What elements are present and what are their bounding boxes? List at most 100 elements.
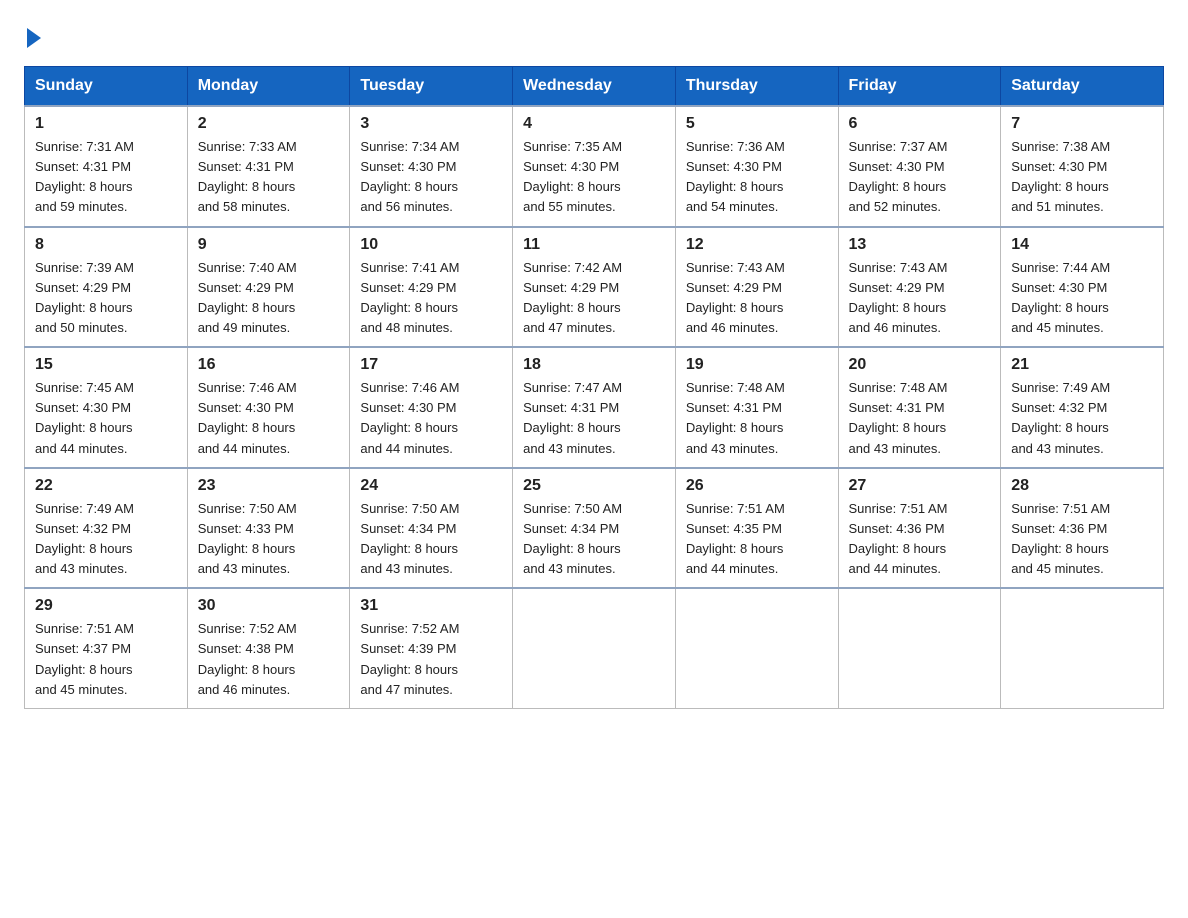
day-info: Sunrise: 7:44 AMSunset: 4:30 PMDaylight:… [1011,258,1153,339]
day-info: Sunrise: 7:50 AMSunset: 4:34 PMDaylight:… [360,499,502,580]
day-info: Sunrise: 7:51 AMSunset: 4:36 PMDaylight:… [1011,499,1153,580]
table-cell: 21 Sunrise: 7:49 AMSunset: 4:32 PMDayligh… [1001,347,1164,468]
day-info: Sunrise: 7:31 AMSunset: 4:31 PMDaylight:… [35,137,177,218]
day-number: 16 [198,356,340,374]
day-info: Sunrise: 7:37 AMSunset: 4:30 PMDaylight:… [849,137,991,218]
day-number: 27 [849,477,991,495]
day-number: 28 [1011,477,1153,495]
table-cell: 12 Sunrise: 7:43 AMSunset: 4:29 PMDayligh… [675,227,838,348]
day-number: 6 [849,115,991,133]
day-number: 20 [849,356,991,374]
day-number: 14 [1011,236,1153,254]
day-number: 26 [686,477,828,495]
table-cell: 25 Sunrise: 7:50 AMSunset: 4:34 PMDayligh… [513,468,676,589]
weekday-header-saturday: Saturday [1001,67,1164,107]
table-cell: 31 Sunrise: 7:52 AMSunset: 4:39 PMDayligh… [350,588,513,708]
day-number: 21 [1011,356,1153,374]
day-info: Sunrise: 7:49 AMSunset: 4:32 PMDaylight:… [1011,378,1153,459]
table-cell: 5 Sunrise: 7:36 AMSunset: 4:30 PMDaylight… [675,106,838,227]
day-info: Sunrise: 7:36 AMSunset: 4:30 PMDaylight:… [686,137,828,218]
table-cell [675,588,838,708]
day-number: 1 [35,115,177,133]
day-number: 12 [686,236,828,254]
table-cell: 27Sunrise: 7:51 AMSunset: 4:36 PMDayligh… [838,468,1001,589]
day-info: Sunrise: 7:47 AMSunset: 4:31 PMDaylight:… [523,378,665,459]
day-number: 17 [360,356,502,374]
day-number: 5 [686,115,828,133]
day-number: 18 [523,356,665,374]
day-number: 29 [35,597,177,615]
day-info: Sunrise: 7:50 AMSunset: 4:33 PMDaylight:… [198,499,340,580]
day-number: 19 [686,356,828,374]
logo [24,24,41,48]
week-row-3: 15 Sunrise: 7:45 AMSunset: 4:30 PMDayligh… [25,347,1164,468]
table-cell: 29Sunrise: 7:51 AMSunset: 4:37 PMDayligh… [25,588,188,708]
table-cell [1001,588,1164,708]
table-cell: 6 Sunrise: 7:37 AMSunset: 4:30 PMDaylight… [838,106,1001,227]
logo-triangle-icon [27,28,41,48]
table-cell: 9 Sunrise: 7:40 AMSunset: 4:29 PMDaylight… [187,227,350,348]
day-number: 3 [360,115,502,133]
day-info: Sunrise: 7:40 AMSunset: 4:29 PMDaylight:… [198,258,340,339]
table-cell: 28 Sunrise: 7:51 AMSunset: 4:36 PMDayligh… [1001,468,1164,589]
day-info: Sunrise: 7:43 AMSunset: 4:29 PMDaylight:… [686,258,828,339]
day-number: 22 [35,477,177,495]
calendar-table: SundayMondayTuesdayWednesdayThursdayFrid… [24,66,1164,709]
table-cell: 8 Sunrise: 7:39 AMSunset: 4:29 PMDaylight… [25,227,188,348]
table-cell: 7 Sunrise: 7:38 AMSunset: 4:30 PMDaylight… [1001,106,1164,227]
day-info: Sunrise: 7:38 AMSunset: 4:30 PMDaylight:… [1011,137,1153,218]
table-cell: 22 Sunrise: 7:49 AMSunset: 4:32 PMDayligh… [25,468,188,589]
week-row-4: 22 Sunrise: 7:49 AMSunset: 4:32 PMDayligh… [25,468,1164,589]
weekday-header-thursday: Thursday [675,67,838,107]
day-info: Sunrise: 7:52 AMSunset: 4:39 PMDaylight:… [360,619,502,700]
table-cell: 4Sunrise: 7:35 AMSunset: 4:30 PMDaylight… [513,106,676,227]
day-number: 31 [360,597,502,615]
day-number: 10 [360,236,502,254]
day-number: 24 [360,477,502,495]
day-info: Sunrise: 7:50 AMSunset: 4:34 PMDaylight:… [523,499,665,580]
table-cell: 18 Sunrise: 7:47 AMSunset: 4:31 PMDayligh… [513,347,676,468]
day-number: 25 [523,477,665,495]
day-info: Sunrise: 7:52 AMSunset: 4:38 PMDaylight:… [198,619,340,700]
table-cell: 3 Sunrise: 7:34 AMSunset: 4:30 PMDaylight… [350,106,513,227]
calendar-body: 1 Sunrise: 7:31 AMSunset: 4:31 PMDaylight… [25,106,1164,708]
day-number: 9 [198,236,340,254]
day-number: 23 [198,477,340,495]
table-cell [838,588,1001,708]
calendar-header: SundayMondayTuesdayWednesdayThursdayFrid… [25,67,1164,107]
table-cell: 30 Sunrise: 7:52 AMSunset: 4:38 PMDayligh… [187,588,350,708]
table-cell [513,588,676,708]
logo-text-block [24,24,41,48]
table-cell: 15 Sunrise: 7:45 AMSunset: 4:30 PMDayligh… [25,347,188,468]
day-info: Sunrise: 7:39 AMSunset: 4:29 PMDaylight:… [35,258,177,339]
week-row-5: 29Sunrise: 7:51 AMSunset: 4:37 PMDayligh… [25,588,1164,708]
day-number: 11 [523,236,665,254]
day-info: Sunrise: 7:33 AMSunset: 4:31 PMDaylight:… [198,137,340,218]
week-row-1: 1 Sunrise: 7:31 AMSunset: 4:31 PMDaylight… [25,106,1164,227]
weekday-header-row: SundayMondayTuesdayWednesdayThursdayFrid… [25,67,1164,107]
day-info: Sunrise: 7:41 AMSunset: 4:29 PMDaylight:… [360,258,502,339]
week-row-2: 8 Sunrise: 7:39 AMSunset: 4:29 PMDaylight… [25,227,1164,348]
table-cell: 11 Sunrise: 7:42 AMSunset: 4:29 PMDayligh… [513,227,676,348]
table-cell: 19 Sunrise: 7:48 AMSunset: 4:31 PMDayligh… [675,347,838,468]
day-info: Sunrise: 7:42 AMSunset: 4:29 PMDaylight:… [523,258,665,339]
day-info: Sunrise: 7:49 AMSunset: 4:32 PMDaylight:… [35,499,177,580]
day-info: Sunrise: 7:46 AMSunset: 4:30 PMDaylight:… [360,378,502,459]
day-number: 8 [35,236,177,254]
day-number: 7 [1011,115,1153,133]
day-info: Sunrise: 7:48 AMSunset: 4:31 PMDaylight:… [686,378,828,459]
weekday-header-tuesday: Tuesday [350,67,513,107]
day-info: Sunrise: 7:34 AMSunset: 4:30 PMDaylight:… [360,137,502,218]
page-header [24,24,1164,48]
day-info: Sunrise: 7:45 AMSunset: 4:30 PMDaylight:… [35,378,177,459]
day-number: 15 [35,356,177,374]
day-number: 13 [849,236,991,254]
table-cell: 13Sunrise: 7:43 AMSunset: 4:29 PMDayligh… [838,227,1001,348]
day-number: 30 [198,597,340,615]
day-number: 2 [198,115,340,133]
weekday-header-wednesday: Wednesday [513,67,676,107]
day-info: Sunrise: 7:46 AMSunset: 4:30 PMDaylight:… [198,378,340,459]
day-info: Sunrise: 7:51 AMSunset: 4:35 PMDaylight:… [686,499,828,580]
table-cell: 14 Sunrise: 7:44 AMSunset: 4:30 PMDayligh… [1001,227,1164,348]
table-cell: 2 Sunrise: 7:33 AMSunset: 4:31 PMDaylight… [187,106,350,227]
